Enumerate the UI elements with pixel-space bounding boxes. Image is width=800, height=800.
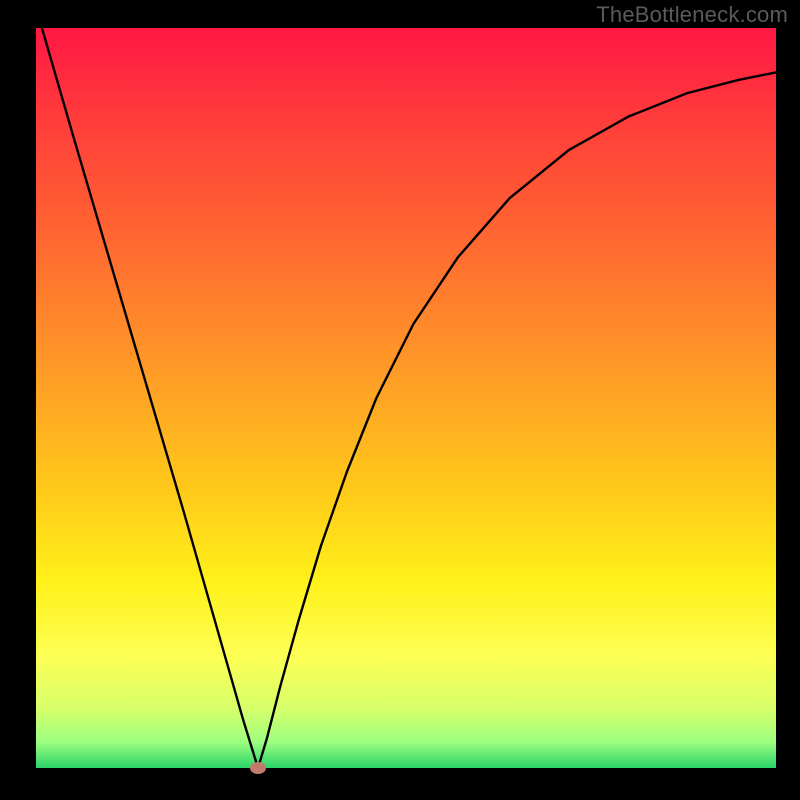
watermark-text: TheBottleneck.com: [596, 2, 788, 28]
bottleneck-chart: [0, 0, 800, 800]
chart-container: TheBottleneck.com: [0, 0, 800, 800]
minimum-marker: [250, 762, 266, 774]
plot-background: [36, 28, 776, 768]
